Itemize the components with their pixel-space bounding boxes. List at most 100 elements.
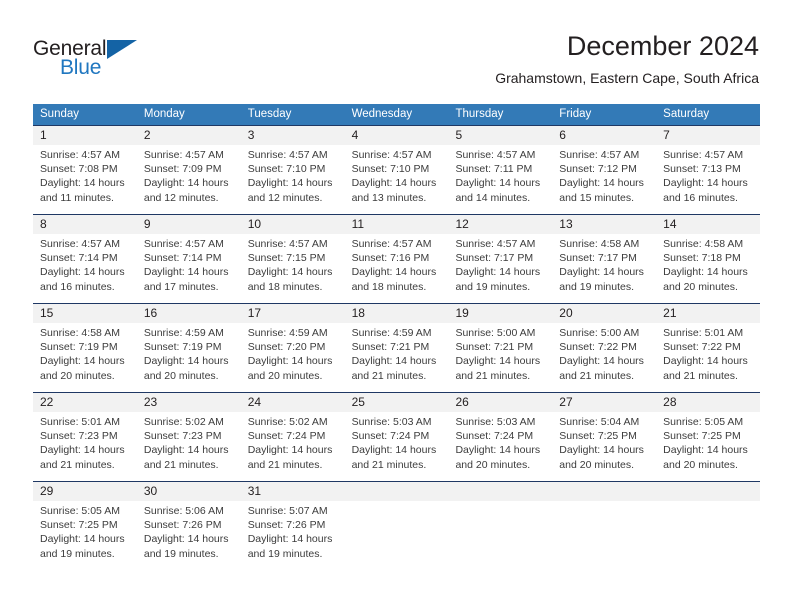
day-number[interactable]: 10 — [241, 215, 345, 234]
day-cell[interactable]: Sunrise: 5:03 AM Sunset: 7:24 PM Dayligh… — [448, 412, 552, 481]
general-blue-logo[interactable]: General Blue — [33, 37, 213, 85]
sunrise-text: Sunrise: 4:57 AM — [351, 149, 432, 161]
day-cell[interactable]: Sunrise: 4:57 AM Sunset: 7:13 PM Dayligh… — [656, 145, 760, 214]
day-number[interactable]: 21 — [656, 304, 760, 323]
day-cell-empty — [448, 501, 552, 570]
day-cell[interactable]: Sunrise: 5:02 AM Sunset: 7:24 PM Dayligh… — [241, 412, 345, 481]
daylight-text-line2: and 18 minutes. — [351, 280, 427, 293]
sunset-text: Sunset: 7:20 PM — [247, 341, 326, 354]
day-number[interactable]: 13 — [552, 215, 656, 234]
sunrise-text: Sunrise: 4:57 AM — [663, 149, 744, 161]
day-cell[interactable]: Sunrise: 4:58 AM Sunset: 7:18 PM Dayligh… — [656, 234, 760, 303]
day-cell[interactable]: Sunrise: 4:57 AM Sunset: 7:15 PM Dayligh… — [241, 234, 345, 303]
day-cell[interactable]: Sunrise: 4:58 AM Sunset: 7:17 PM Dayligh… — [552, 234, 656, 303]
day-cell[interactable]: Sunrise: 5:00 AM Sunset: 7:21 PM Dayligh… — [448, 323, 552, 392]
daylight-text-line1: Daylight: 14 hours — [247, 444, 333, 457]
day-cell[interactable]: Sunrise: 5:06 AM Sunset: 7:26 PM Dayligh… — [137, 501, 241, 570]
day-number[interactable]: 16 — [137, 304, 241, 323]
page-title: December 2024 — [566, 31, 759, 61]
daylight-text-line2: and 11 minutes. — [40, 191, 114, 204]
day-number[interactable]: 14 — [656, 215, 760, 234]
sunrise-text: Sunrise: 4:57 AM — [247, 149, 328, 161]
day-number[interactable]: 7 — [656, 126, 760, 145]
day-number[interactable]: 5 — [448, 126, 552, 145]
day-number[interactable]: 28 — [656, 393, 760, 412]
day-cell[interactable]: Sunrise: 5:01 AM Sunset: 7:23 PM Dayligh… — [33, 412, 137, 481]
day-number[interactable]: 30 — [137, 482, 241, 501]
day-number[interactable]: 17 — [241, 304, 345, 323]
day-cell[interactable]: Sunrise: 4:57 AM Sunset: 7:14 PM Dayligh… — [137, 234, 241, 303]
day-number[interactable]: 12 — [448, 215, 552, 234]
day-number[interactable]: 22 — [33, 393, 137, 412]
day-number[interactable]: 24 — [241, 393, 345, 412]
day-number[interactable]: 29 — [33, 482, 137, 501]
sunrise-text: Sunrise: 5:02 AM — [247, 416, 328, 428]
day-number[interactable]: 4 — [345, 126, 449, 145]
sunset-text: Sunset: 7:24 PM — [455, 430, 534, 443]
day-number[interactable]: 15 — [33, 304, 137, 323]
daylight-text-line2: and 21 minutes. — [663, 369, 738, 382]
day-number[interactable]: 26 — [448, 393, 552, 412]
daylight-text-line2: and 12 minutes. — [143, 191, 219, 204]
daylight-text-line1: Daylight: 14 hours — [247, 266, 333, 279]
day-cell[interactable]: Sunrise: 5:01 AM Sunset: 7:22 PM Dayligh… — [656, 323, 760, 392]
day-cell[interactable]: Sunrise: 4:57 AM Sunset: 7:14 PM Dayligh… — [33, 234, 137, 303]
day-number[interactable]: 3 — [241, 126, 345, 145]
calendar-week-row: 1 2 3 4 5 6 7 Sunrise: 4:57 AM Sunset: 7… — [33, 125, 760, 214]
sunset-text: Sunset: 7:25 PM — [663, 430, 741, 443]
daylight-text-line1: Daylight: 14 hours — [559, 444, 644, 457]
day-cell[interactable]: Sunrise: 4:57 AM Sunset: 7:16 PM Dayligh… — [345, 234, 449, 303]
day-cell[interactable]: Sunrise: 5:00 AM Sunset: 7:22 PM Dayligh… — [552, 323, 656, 392]
day-cell[interactable]: Sunrise: 5:07 AM Sunset: 7:26 PM Dayligh… — [241, 501, 345, 570]
daylight-text-line1: Daylight: 14 hours — [455, 444, 541, 457]
sunset-text: Sunset: 7:14 PM — [143, 252, 222, 265]
day-cell[interactable]: Sunrise: 5:02 AM Sunset: 7:23 PM Dayligh… — [137, 412, 241, 481]
day-cell-empty — [345, 501, 449, 570]
day-cell[interactable]: Sunrise: 4:57 AM Sunset: 7:10 PM Dayligh… — [345, 145, 449, 214]
sunset-text: Sunset: 7:11 PM — [455, 163, 533, 176]
daylight-text-line1: Daylight: 14 hours — [143, 444, 229, 457]
sunset-text: Sunset: 7:12 PM — [559, 163, 637, 176]
day-cell[interactable]: Sunrise: 4:59 AM Sunset: 7:20 PM Dayligh… — [241, 323, 345, 392]
week-detail-band: Sunrise: 4:57 AM Sunset: 7:08 PM Dayligh… — [33, 145, 760, 214]
daylight-text-line2: and 20 minutes. — [559, 458, 635, 471]
day-cell[interactable]: Sunrise: 5:05 AM Sunset: 7:25 PM Dayligh… — [656, 412, 760, 481]
daylight-text-line2: and 21 minutes. — [455, 369, 531, 382]
day-header-saturday: Saturday — [663, 108, 710, 120]
day-cell[interactable]: Sunrise: 4:59 AM Sunset: 7:19 PM Dayligh… — [137, 323, 241, 392]
day-cell[interactable]: Sunrise: 4:57 AM Sunset: 7:09 PM Dayligh… — [137, 145, 241, 214]
day-cell[interactable]: Sunrise: 4:57 AM Sunset: 7:11 PM Dayligh… — [448, 145, 552, 214]
sunrise-text: Sunrise: 4:58 AM — [559, 238, 640, 250]
day-number[interactable]: 6 — [552, 126, 656, 145]
day-cell[interactable]: Sunrise: 4:57 AM Sunset: 7:10 PM Dayligh… — [241, 145, 345, 214]
daylight-text-line1: Daylight: 14 hours — [247, 177, 333, 190]
day-number[interactable]: 20 — [552, 304, 656, 323]
day-cell[interactable]: Sunrise: 5:04 AM Sunset: 7:25 PM Dayligh… — [552, 412, 656, 481]
daylight-text-line2: and 21 minutes. — [351, 369, 427, 382]
day-cell[interactable]: Sunrise: 5:03 AM Sunset: 7:24 PM Dayligh… — [345, 412, 449, 481]
day-number[interactable]: 8 — [33, 215, 137, 234]
sunrise-text: Sunrise: 5:01 AM — [663, 327, 744, 339]
day-cell[interactable]: Sunrise: 4:57 AM Sunset: 7:12 PM Dayligh… — [552, 145, 656, 214]
day-number[interactable]: 25 — [345, 393, 449, 412]
day-number[interactable]: 23 — [137, 393, 241, 412]
day-number[interactable]: 11 — [345, 215, 449, 234]
week-detail-band: Sunrise: 5:01 AM Sunset: 7:23 PM Dayligh… — [33, 412, 760, 481]
day-cell[interactable]: Sunrise: 4:57 AM Sunset: 7:08 PM Dayligh… — [33, 145, 137, 214]
day-cell[interactable]: Sunrise: 4:58 AM Sunset: 7:19 PM Dayligh… — [33, 323, 137, 392]
day-number[interactable]: 2 — [137, 126, 241, 145]
day-cell[interactable]: Sunrise: 4:57 AM Sunset: 7:17 PM Dayligh… — [448, 234, 552, 303]
day-number[interactable]: 31 — [241, 482, 345, 501]
day-number[interactable]: 9 — [137, 215, 241, 234]
sunset-text: Sunset: 7:25 PM — [559, 430, 637, 443]
day-number[interactable]: 19 — [448, 304, 552, 323]
daylight-text-line1: Daylight: 14 hours — [143, 177, 229, 190]
daylight-text-line1: Daylight: 14 hours — [143, 266, 229, 279]
sunset-text: Sunset: 7:19 PM — [40, 341, 118, 354]
day-number[interactable]: 27 — [552, 393, 656, 412]
day-number[interactable]: 18 — [345, 304, 449, 323]
day-cell[interactable]: Sunrise: 4:59 AM Sunset: 7:21 PM Dayligh… — [345, 323, 449, 392]
day-cell[interactable]: Sunrise: 5:05 AM Sunset: 7:25 PM Dayligh… — [33, 501, 137, 570]
day-number[interactable]: 1 — [33, 126, 137, 145]
daylight-text-line2: and 12 minutes. — [247, 191, 323, 204]
